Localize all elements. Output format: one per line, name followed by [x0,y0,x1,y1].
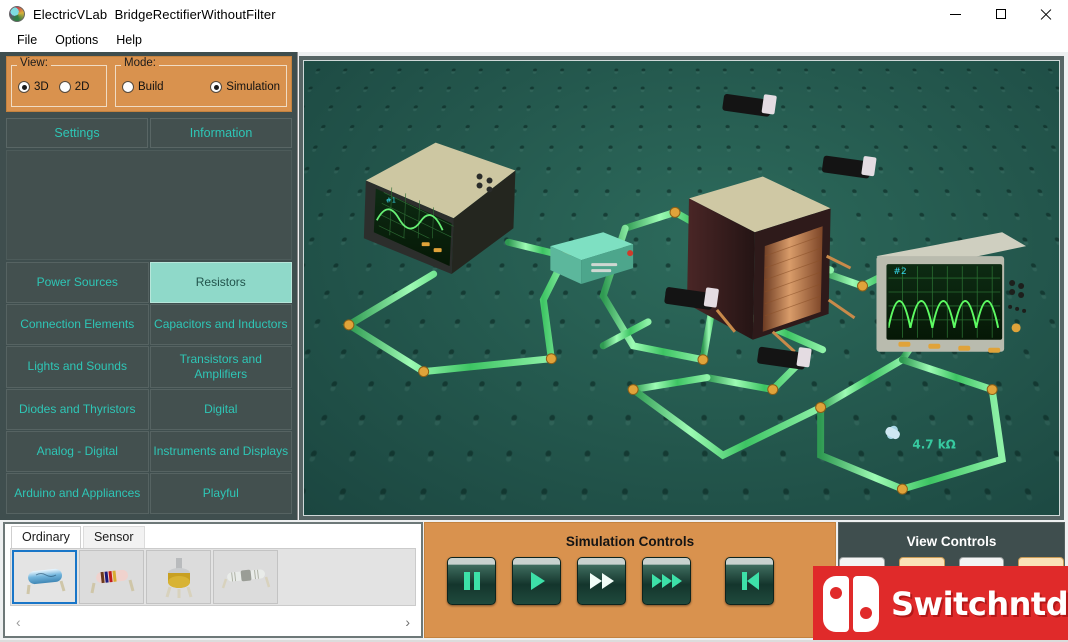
nintendo-switch-joycon-icon [823,576,881,632]
diode-4 [757,346,812,370]
parts-strip [10,548,416,606]
oscilloscope-1-label: #1 [386,196,396,204]
sidebar-tabs: Settings Information [6,118,292,148]
view-controls-title: View Controls [906,534,997,549]
radio-simulation-icon [210,81,223,93]
tab-settings[interactable]: Settings [6,118,148,148]
radio-mode-build[interactable]: Build [122,81,164,93]
category-analog-digital[interactable]: Analog - Digital [6,430,149,472]
close-button[interactable] [1023,0,1068,28]
part-potentiometer[interactable] [146,550,211,604]
view-mode-panel: View: 3D 2D Mode: Build Simulation [6,56,292,112]
main-body: View: 3D 2D Mode: Build Simulation Setti… [0,52,1068,642]
pause-icon [463,572,480,590]
workspace-frame: #1 4.7 kΩ #2 [299,56,1064,520]
close-icon [1040,9,1051,20]
tab-information[interactable]: Information [150,118,292,148]
radio-2d-label: 2D [74,81,90,93]
simulation-controls-title: Simulation Controls [565,534,695,549]
minimize-button[interactable] [933,0,978,28]
site-watermark: Switchntd.com [813,566,1068,642]
parts-tab-ordinary[interactable]: Ordinary [11,526,81,548]
joycon-left-icon [823,576,849,632]
window-controls [933,0,1068,28]
category-resistors[interactable]: Resistors [149,262,292,304]
category-connection-elements[interactable]: Connection Elements [6,304,149,346]
play-icon [530,572,545,590]
view-group-legend: View: [17,57,51,69]
category-arduino-and-appliances[interactable]: Arduino and Appliances [6,472,149,514]
part-cylindrical-resistor[interactable] [12,550,77,604]
category-capacitors-and-inductors[interactable]: Capacitors and Inductors [149,304,292,346]
maximize-icon [995,9,1006,19]
fast-forward-icon [589,573,614,589]
potentiometer-icon [165,558,192,598]
diode-2 [821,155,877,179]
fast-forward-button[interactable] [577,557,626,605]
radio-3d-icon [18,81,30,93]
circuit-rendering: #1 4.7 kΩ #2 [342,93,1027,495]
circuit-workspace-3d[interactable]: #1 4.7 kΩ #2 [303,60,1060,516]
minimize-icon [950,13,961,15]
left-sidebar: View: 3D 2D Mode: Build Simulation Setti… [0,52,298,520]
application-window: ElectricVLab BridgeRectifierWithoutFilte… [0,0,1068,642]
parts-panel: Ordinary Sensor ‹ › [3,522,423,638]
radio-2d-icon [58,81,71,93]
electricvlab-logo-icon [9,6,25,22]
radio-build-label: Build [138,81,164,93]
category-playful[interactable]: Playful [149,472,292,514]
diode-1 [722,93,777,117]
color-band-resistor-icon [90,569,134,594]
mode-group: Mode: Build Simulation [115,57,287,107]
sidebar-properties-panel [6,150,292,260]
title-bar: ElectricVLab BridgeRectifierWithoutFilte… [0,0,1068,28]
very-fast-forward-button[interactable] [642,557,691,605]
category-digital[interactable]: Digital [149,388,292,430]
category-instruments-and-displays[interactable]: Instruments and Displays [149,430,292,472]
cylindrical-resistor-icon [26,568,65,595]
parts-scroll-right-arrow[interactable]: › [405,614,410,630]
restart-button[interactable] [725,557,774,605]
category-power-sources[interactable]: Power Sources [6,262,149,304]
window-title: ElectricVLab BridgeRectifierWithoutFilte… [33,6,276,22]
function-generator-body [550,232,634,285]
menu-bar: File Options Help [0,28,1068,52]
load-resistor-label: 4.7 kΩ [912,437,955,451]
category-diodes-and-thyristors[interactable]: Diodes and Thyristors [6,388,149,430]
pause-button[interactable] [447,557,496,605]
category-grid: Power Sources Resistors Connection Eleme… [6,262,292,514]
oscilloscope-1-body: #1 [363,142,516,275]
parts-tab-sensor[interactable]: Sensor [82,526,145,548]
part-color-band-resistor[interactable] [79,550,144,604]
parts-scrollbar[interactable]: ‹ › [10,612,416,632]
oscilloscope-2-label: #2 [893,267,906,277]
menu-file[interactable]: File [8,30,46,50]
wirewound-resistor-icon [221,569,270,589]
menu-options[interactable]: Options [46,30,107,50]
mode-group-legend: Mode: [121,57,159,69]
skip-to-start-icon [741,572,759,590]
triple-forward-icon [651,574,682,588]
radio-view-3d[interactable]: 3D [18,81,49,93]
load-resistor-body [885,425,900,440]
play-button[interactable] [512,557,561,605]
maximize-button[interactable] [978,0,1023,28]
view-group: View: 3D 2D [11,57,107,107]
watermark-text: Switchntd.com [891,585,1068,623]
category-lights-and-sounds[interactable]: Lights and Sounds [6,346,149,388]
radio-simulation-label: Simulation [226,81,280,93]
radio-3d-label: 3D [34,81,49,93]
parts-tabs: Ordinary Sensor [11,526,145,548]
parts-scroll-left-arrow[interactable]: ‹ [16,614,21,630]
radio-build-icon [122,81,134,93]
simulation-controls-panel: Simulation Controls [424,522,836,638]
radio-view-2d[interactable]: 2D [58,81,90,93]
radio-mode-simulation[interactable]: Simulation [210,81,280,93]
menu-help[interactable]: Help [107,30,151,50]
joycon-right-icon [853,576,879,632]
oscilloscope-2-body: #2 [876,232,1027,353]
part-wirewound-resistor[interactable] [213,550,278,604]
category-transistors-and-amplifiers[interactable]: Transistors and Amplifiers [149,346,292,388]
